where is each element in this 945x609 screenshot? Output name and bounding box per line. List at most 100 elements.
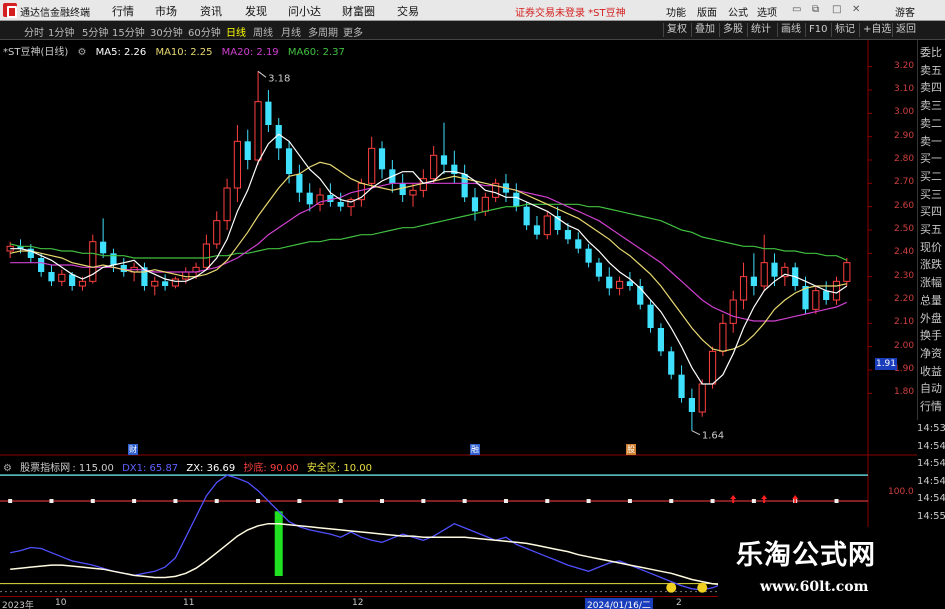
event-marker-finance[interactable]: 财	[128, 444, 138, 455]
quote-field-label: 净资	[920, 346, 942, 360]
candle-body	[606, 276, 613, 289]
sell-dot	[503, 499, 508, 503]
candle-body	[182, 271, 190, 280]
candle-body	[223, 187, 231, 222]
sell-dot	[586, 499, 591, 503]
candle-body	[698, 383, 706, 413]
candle-body	[162, 281, 169, 286]
signal-arrow	[761, 495, 768, 503]
low-label: 1.64	[702, 431, 724, 442]
candle-body	[843, 262, 851, 282]
quote-field-label: 换手	[920, 329, 942, 343]
candle-body	[171, 278, 180, 287]
sell-dot	[380, 499, 385, 503]
candle-body	[151, 280, 159, 287]
ma60-label: MA60: 2.37	[287, 47, 345, 58]
quote-field-label: 现价	[920, 240, 942, 254]
candle-body	[69, 274, 76, 286]
candle-body	[688, 398, 695, 412]
date-tick: 2	[676, 598, 682, 608]
price-tick: 2.70	[894, 177, 915, 188]
candle-body	[337, 202, 344, 207]
quote-field-label: 买一	[920, 152, 942, 166]
candle-body	[100, 241, 107, 254]
quote-field-label: 总量	[920, 293, 942, 307]
quote-field-label: 涨幅	[920, 276, 942, 290]
sell-dot	[834, 499, 839, 503]
sell-label: 抄底: 90.00	[243, 463, 299, 474]
candle-body	[58, 273, 66, 282]
date-tick: 11	[183, 598, 195, 608]
signal-arrow	[792, 495, 799, 503]
quote-field-label: 涨跌	[920, 258, 942, 272]
ma20-label: MA20: 2.19	[221, 47, 279, 58]
event-marker-stock[interactable]: 股	[626, 444, 636, 455]
sell-dot	[49, 499, 54, 503]
safe-label: 安全区: 10.00	[306, 463, 372, 474]
main-legend: *ST豆神(日线) ⚙ MA5: 2.26 MA10: 2.25 MA20: 2…	[3, 43, 351, 58]
candle-body	[409, 189, 417, 196]
candle-body	[368, 147, 376, 184]
ma20-line	[10, 182, 848, 322]
buy-signal-bar	[274, 511, 283, 576]
high-label: 3.18	[268, 73, 290, 84]
candle-body	[38, 258, 45, 272]
price-tick: 2.10	[894, 317, 915, 328]
candle-body	[647, 304, 654, 328]
sell-dot	[256, 499, 261, 503]
quote-field-label: 买二	[920, 169, 942, 183]
candle-body	[533, 225, 541, 235]
kline-chart[interactable]: 3.18 1.64	[0, 0, 945, 609]
candle-body	[543, 215, 551, 236]
quote-field-label: 委比	[920, 46, 942, 59]
candle-body	[48, 272, 55, 282]
sell-dot	[545, 499, 550, 503]
quote-field-label: 自动	[920, 382, 942, 396]
dx1-label: DX1: 65.87	[122, 463, 179, 474]
sell-dot	[669, 499, 674, 503]
time-label: 14:53	[917, 423, 945, 434]
date-tick: 10	[55, 598, 67, 608]
date-tick: 2023年	[2, 601, 34, 609]
indicator-v1: : 115.00	[72, 463, 114, 474]
price-tick: 2.00	[894, 340, 915, 351]
quote-field-label: 买三	[920, 187, 942, 201]
candle-body	[595, 262, 603, 277]
time-label: 14:54	[917, 458, 945, 470]
sell-dot	[132, 499, 137, 503]
event-marker-margin[interactable]: 融	[470, 444, 480, 455]
time-label: 14:54	[917, 475, 945, 487]
sell-dot	[462, 499, 467, 503]
zx-label: ZX: 36.69	[186, 463, 236, 474]
sell-dot	[297, 499, 302, 503]
indicator-settings-icon[interactable]: ⚙	[3, 463, 12, 474]
quote-field-label: 外盘	[920, 311, 942, 325]
candle-body	[760, 262, 768, 287]
candle-body	[668, 351, 675, 375]
price-tick: 2.20	[894, 294, 915, 304]
candle-body	[285, 148, 293, 174]
candle-body	[750, 276, 757, 286]
candle-body	[110, 253, 117, 265]
price-tick: 1.80	[894, 387, 915, 398]
price-tick: 2.50	[894, 224, 915, 234]
sell-dot	[421, 499, 426, 503]
candle-body	[585, 248, 592, 263]
quote-field-label: 卖四	[920, 81, 942, 95]
candle-body	[564, 230, 572, 240]
low-pointer	[691, 430, 701, 436]
signal-arrow	[730, 495, 737, 503]
ma5-label: MA5: 2.26	[95, 47, 147, 58]
sell-dot	[8, 499, 13, 503]
settings-icon[interactable]: ⚙	[77, 47, 86, 58]
candle-body	[399, 183, 406, 195]
sell-dot	[214, 499, 219, 503]
indicator-axis-label: 100.0	[888, 487, 914, 497]
candle-body	[678, 374, 685, 398]
candle-body	[296, 174, 303, 193]
stock-title: *ST豆神(日线)	[3, 47, 69, 58]
candle-body	[430, 154, 438, 180]
candle-body	[513, 192, 520, 207]
candle-body	[523, 206, 530, 226]
quote-field-label: 买五	[920, 223, 942, 236]
